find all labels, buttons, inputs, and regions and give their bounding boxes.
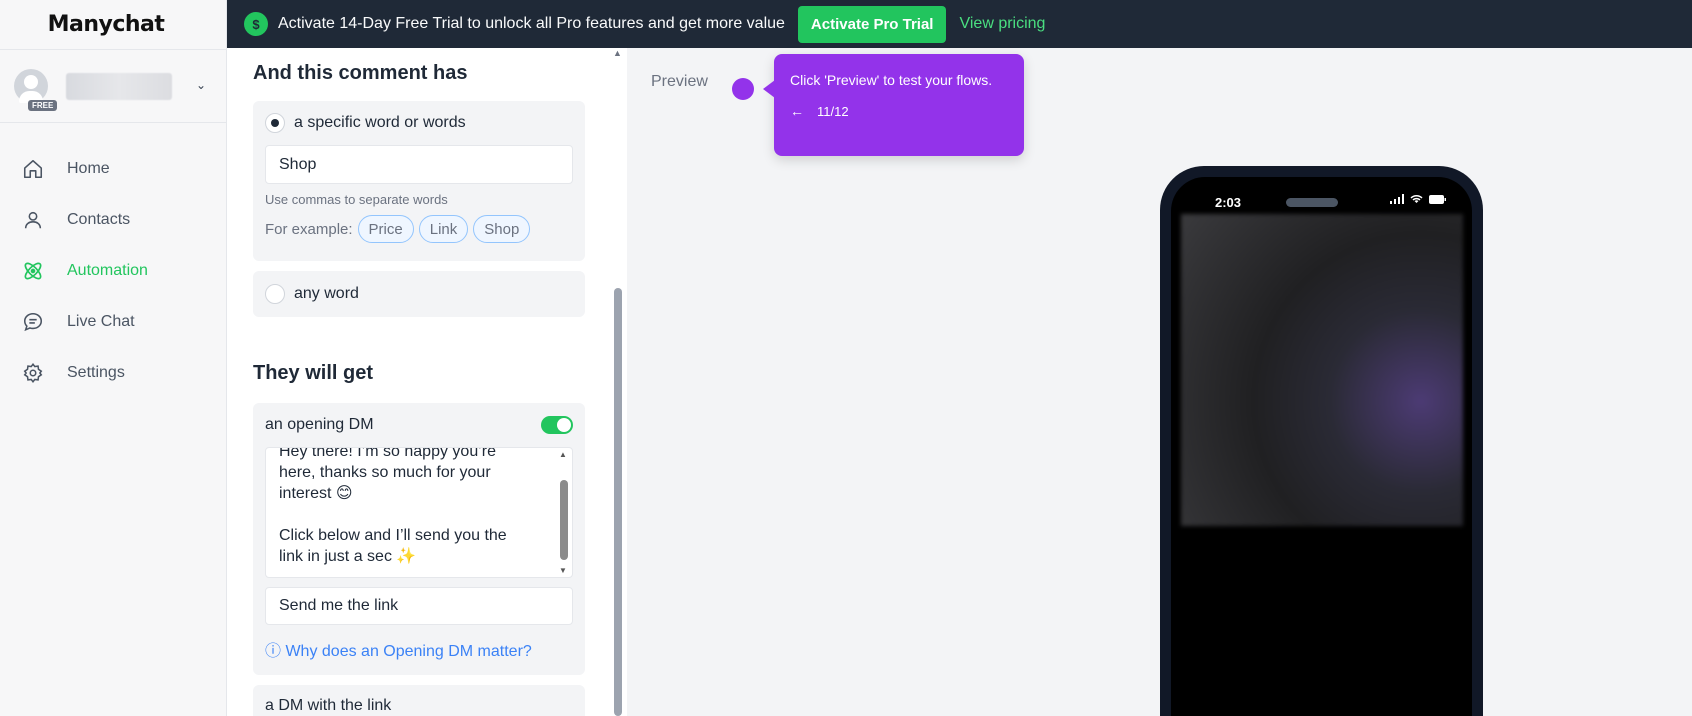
keyword-card: a specific word or words Shop Use commas… xyxy=(253,101,585,261)
home-icon xyxy=(20,156,46,182)
avatar xyxy=(14,69,48,103)
scroll-up-icon[interactable]: ▲ xyxy=(559,450,567,459)
opening-dm-textarea[interactable]: Hey there! I’m so happy you’re here, tha… xyxy=(265,447,573,578)
account-switcher[interactable]: FREE ⌄ xyxy=(0,50,226,123)
sidebar-item-label: Home xyxy=(67,159,110,177)
example-row: For example: Price Link Shop xyxy=(265,215,585,243)
sidebar-item-automation[interactable]: Automation xyxy=(0,245,226,296)
scroll-down-icon[interactable]: ▼ xyxy=(559,566,567,575)
example-chip[interactable]: Shop xyxy=(473,215,531,243)
comment-section-title: And this comment has xyxy=(253,62,468,84)
trigger-settings-panel: And this comment has a specific word or … xyxy=(227,48,627,716)
tour-step-counter: 11/12 xyxy=(817,103,849,119)
sidebar-item-contacts[interactable]: Contacts xyxy=(0,194,226,245)
example-chip[interactable]: Link xyxy=(418,215,469,243)
phone-mockup: 2:03 xyxy=(1160,166,1483,716)
they-will-get-title: They will get xyxy=(253,362,374,384)
phone-screen: 2:03 xyxy=(1171,177,1472,716)
dm-scrollbar[interactable]: ▲ ▼ xyxy=(559,450,569,575)
radio-selected[interactable] xyxy=(265,113,285,133)
opening-dm-message: Hey there! I’m so happy you’re here, tha… xyxy=(279,447,507,565)
scroll-up-icon[interactable]: ▲ xyxy=(613,48,622,58)
tour-hotspot[interactable] xyxy=(732,78,754,100)
signal-icon xyxy=(1390,194,1404,204)
any-word-card[interactable]: any word xyxy=(253,271,585,317)
preview-area: Preview Click 'Preview' to test your flo… xyxy=(627,48,1692,716)
view-pricing-link[interactable]: View pricing xyxy=(959,15,1045,33)
option-label: a specific word or words xyxy=(294,114,466,131)
arrow-left-icon[interactable]: ← xyxy=(790,103,804,119)
dm-with-link-card[interactable]: a DM with the link xyxy=(253,685,585,716)
automation-icon xyxy=(20,258,46,284)
opening-dm-toggle[interactable] xyxy=(541,416,573,434)
radio-unselected[interactable] xyxy=(265,284,285,304)
banner-message: Activate 14-Day Free Trial to unlock all… xyxy=(278,15,785,32)
option-label: any word xyxy=(294,285,359,302)
info-link-label: Why does an Opening DM matter? xyxy=(285,643,532,660)
sidebar-item-label: Automation xyxy=(67,261,148,279)
sidebar: Manychat FREE ⌄ Home Contacts Automation xyxy=(0,0,227,716)
dm-with-link-label: a DM with the link xyxy=(265,697,392,714)
phone-preview-content-blurred xyxy=(1181,214,1463,526)
specific-word-option[interactable]: a specific word or words xyxy=(253,101,585,145)
example-label: For example: xyxy=(265,220,353,238)
sidebar-item-label: Contacts xyxy=(67,210,131,228)
wifi-icon xyxy=(1410,195,1423,203)
tour-tooltip: Click 'Preview' to test your flows. ← 11… xyxy=(763,54,1024,156)
gear-icon xyxy=(20,360,46,386)
dollar-icon: $ xyxy=(244,12,268,36)
opening-dm-card: an opening DM Hey there! I’m so happy yo… xyxy=(253,403,585,675)
dm-button-input[interactable]: Send me the link xyxy=(265,587,573,625)
account-name-blurred xyxy=(66,72,172,100)
user-icon xyxy=(20,207,46,233)
chevron-down-icon[interactable]: ⌄ xyxy=(196,78,206,92)
info-icon: ⓘ xyxy=(265,643,286,660)
activate-pro-trial-button[interactable]: Activate Pro Trial xyxy=(797,5,947,43)
keyword-input[interactable]: Shop xyxy=(265,145,573,184)
keyword-hint: Use commas to separate words xyxy=(265,192,448,207)
trial-banner: $ Activate 14-Day Free Trial to unlock a… xyxy=(227,0,1692,48)
main-nav: Home Contacts Automation Live Chat Setti… xyxy=(0,123,226,398)
plan-badge: FREE xyxy=(28,100,58,111)
dm-with-link-row[interactable]: a DM with the link xyxy=(253,685,585,716)
phone-time: 2:03 xyxy=(1215,195,1242,210)
battery-icon xyxy=(1429,194,1446,204)
example-chip[interactable]: Price xyxy=(357,215,414,243)
phone-status-icons xyxy=(1390,194,1446,204)
scroll-thumb[interactable] xyxy=(614,288,622,716)
any-word-option[interactable]: any word xyxy=(253,271,585,317)
opening-dm-label: an opening DM xyxy=(265,416,374,433)
opening-dm-info-link[interactable]: ⓘ Why does an Opening DM matter? xyxy=(265,637,585,661)
phone-notch xyxy=(1286,198,1338,207)
sidebar-item-home[interactable]: Home xyxy=(0,143,226,194)
sidebar-item-live-chat[interactable]: Live Chat xyxy=(0,296,226,347)
sidebar-item-label: Live Chat xyxy=(67,312,135,330)
scroll-thumb[interactable] xyxy=(560,480,568,560)
opening-dm-row: an opening DM xyxy=(253,403,585,447)
chat-icon xyxy=(20,309,46,335)
tooltip-footer: ← 11/12 xyxy=(790,103,1008,119)
sidebar-item-settings[interactable]: Settings xyxy=(0,347,226,398)
manychat-logo[interactable]: Manychat xyxy=(0,0,226,50)
tooltip-text: Click 'Preview' to test your flows. xyxy=(790,72,993,88)
sidebar-item-label: Settings xyxy=(67,363,125,381)
preview-button[interactable]: Preview xyxy=(651,73,708,91)
panel-scrollbar[interactable]: ▲ xyxy=(612,48,624,716)
